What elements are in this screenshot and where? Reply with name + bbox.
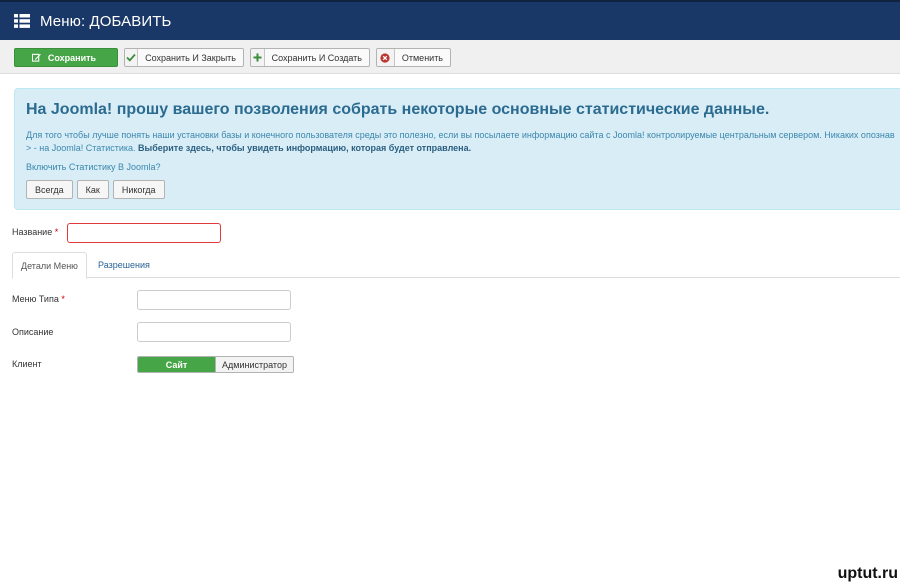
cancel-button[interactable]: Отменить [376, 48, 451, 67]
save-button-label: Сохранить [47, 52, 97, 63]
check-icon [125, 49, 139, 66]
stats-buttons: Всегда Как Никогда [26, 180, 889, 199]
title-input[interactable] [67, 223, 221, 243]
cancel-label: Отменить [401, 52, 443, 63]
stats-never-button[interactable]: Никогда [112, 180, 165, 199]
stats-description-prefix: > - на Joomla! Статистика. [26, 143, 136, 153]
form-tabs: Детали Меню Разрешения [12, 252, 900, 279]
watermark: uptut.ru [837, 565, 898, 582]
required-mark: * [61, 294, 65, 304]
edit-icon [31, 53, 41, 62]
stats-question: Включить Статистику В Joomla? [26, 162, 161, 172]
menu-type-input[interactable] [137, 290, 291, 310]
stats-heading: На Joomla! прошу вашего позволения собра… [26, 101, 770, 118]
stats-details-link[interactable]: Выберите здесь, чтобы увидеть информацию… [138, 143, 471, 153]
save-new-label: Сохранить И Создать [271, 52, 362, 63]
menu-type-label: Меню Типа * [12, 294, 65, 304]
description-label: Описание [12, 327, 54, 337]
stats-once-button[interactable]: Как [76, 180, 109, 199]
page-header: Меню: ДОБАВИТЬ [0, 0, 900, 40]
cancel-circle-icon [377, 49, 395, 66]
page-title: Меню: ДОБАВИТЬ [40, 12, 172, 30]
stats-alert: На Joomla! прошу вашего позволения собра… [14, 88, 900, 210]
save-close-button[interactable]: Сохранить И Закрыть [124, 48, 244, 67]
stats-description-line2: > - на Joomla! Статистика. Выберите здес… [26, 142, 889, 155]
tab-menu-details[interactable]: Детали Меню [12, 252, 87, 279]
stats-always-button[interactable]: Всегда [26, 180, 73, 199]
save-close-label: Сохранить И Закрыть [145, 52, 236, 63]
plus-icon [251, 49, 265, 66]
grid-list-icon [14, 14, 30, 28]
title-label: Название * [12, 227, 59, 237]
client-admin-option[interactable]: Администратор [215, 357, 293, 372]
tab-permissions[interactable]: Разрешения [90, 252, 158, 278]
save-new-button[interactable]: Сохранить И Создать [250, 48, 370, 67]
description-input[interactable] [137, 322, 291, 342]
toolbar: Сохранить Сохранить И Закрыть Сохранить … [0, 40, 900, 74]
client-label: Клиент [12, 359, 42, 369]
stats-description: Для того чтобы лучше понять наши установ… [26, 130, 895, 140]
client-site-option[interactable]: Сайт [138, 357, 215, 372]
save-button[interactable]: Сохранить [14, 48, 118, 67]
required-mark: * [54, 227, 59, 237]
client-switch: Сайт Администратор [137, 356, 294, 373]
